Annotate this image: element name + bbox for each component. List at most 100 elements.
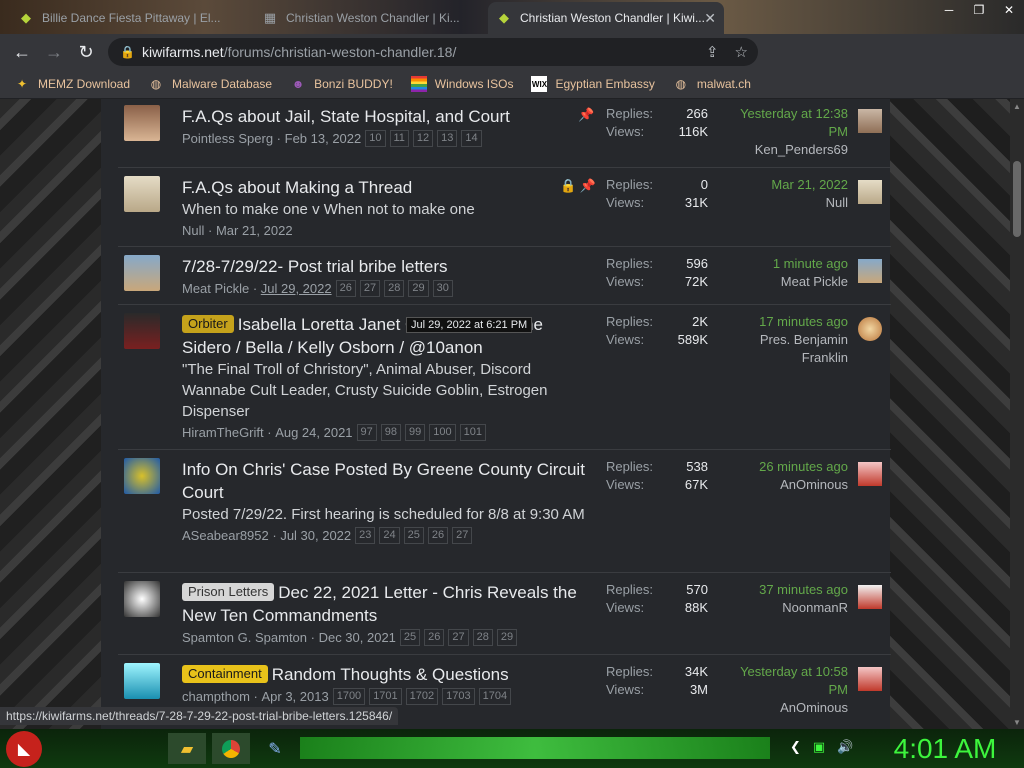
thread-title-link[interactable]: F.A.Qs about Jail, State Hospital, and C… xyxy=(182,105,590,128)
page-link[interactable]: 26 xyxy=(335,280,356,297)
page-link[interactable]: 101 xyxy=(459,424,487,441)
last-post-time[interactable]: Yesterday at 10:58 PM xyxy=(722,663,848,699)
last-post-user[interactable]: AnOminous xyxy=(722,699,848,717)
prefix-orbiter[interactable]: Orbiter xyxy=(182,315,234,333)
last-post-time[interactable]: 37 minutes ago xyxy=(722,581,848,599)
thread-date[interactable]: Mar 21, 2022 xyxy=(216,221,293,240)
minimize-button[interactable]: ─ xyxy=(934,0,964,20)
start-button-angry-bird-icon[interactable]: ◣ xyxy=(6,731,42,767)
back-button[interactable]: ← xyxy=(6,36,38,68)
last-post-time[interactable]: 1 minute ago xyxy=(722,255,848,273)
last-post-time[interactable]: 26 minutes ago xyxy=(722,458,848,476)
page-link[interactable]: 29 xyxy=(408,280,429,297)
scroll-up-arrow-icon[interactable]: ▲ xyxy=(1010,99,1024,113)
thread-date[interactable]: Apr 3, 2013 xyxy=(261,687,328,706)
thread-title-link[interactable]: Prison Letters Dec 22, 2021 Letter - Chri… xyxy=(182,581,590,627)
taskbar-clock[interactable]: 4:01 AM xyxy=(870,729,1020,768)
tab-cwc-active[interactable]: ◆ Christian Weston Chandler | Kiwi... ✕ xyxy=(488,2,724,34)
bookmark-memz[interactable]: ✦ MEMZ Download xyxy=(14,76,130,92)
tab-billie[interactable]: ◆ Billie Dance Fiesta Pittaway | El... xyxy=(10,4,248,32)
share-icon[interactable]: ⇪ xyxy=(706,43,719,61)
page-link[interactable]: 28 xyxy=(472,629,493,646)
bookmark-star-icon[interactable]: ☆ xyxy=(735,43,748,61)
page-link[interactable]: 11 xyxy=(389,130,409,147)
last-post-avatar[interactable] xyxy=(858,259,882,283)
page-link[interactable]: 25 xyxy=(403,527,424,544)
taskbar-chrome-icon[interactable] xyxy=(212,733,250,764)
thread-author[interactable]: champthom xyxy=(182,687,250,706)
avatar[interactable] xyxy=(124,313,160,349)
thread-title-link[interactable]: 7/28-7/29/22- Post trial bribe letters xyxy=(182,255,590,278)
thread-row[interactable]: 7/28-7/29/22- Post trial bribe letters M… xyxy=(118,247,891,305)
page-link[interactable]: 25 xyxy=(399,629,421,646)
page-link[interactable]: 100 xyxy=(429,424,456,441)
taskbar-paint-icon[interactable]: ✎ xyxy=(256,733,294,764)
page-link[interactable]: 30 xyxy=(432,280,453,297)
last-post-user[interactable]: AnOminous xyxy=(722,476,848,494)
thread-title-link[interactable]: F.A.Qs about Making a Thread xyxy=(182,176,590,199)
thread-author[interactable]: Meat Pickle xyxy=(182,279,249,298)
last-post-user[interactable]: Meat Pickle xyxy=(722,273,848,291)
page-link[interactable]: 26 xyxy=(427,527,449,544)
volume-icon[interactable]: 🔊 xyxy=(837,739,853,755)
address-bar[interactable]: 🔒 kiwifarms.net/forums/christian-weston-… xyxy=(108,38,758,66)
page-link[interactable]: 97 xyxy=(356,424,377,441)
thread-author[interactable]: Spamton G. Spamton xyxy=(182,628,307,647)
page-link[interactable]: 28 xyxy=(384,280,405,297)
last-post-time[interactable]: Yesterday at 12:38 PM xyxy=(722,105,848,141)
last-post-user[interactable]: Ken_Penders69 xyxy=(722,141,848,159)
thread-author[interactable]: Pointless Sperg xyxy=(182,129,273,148)
thread-title-link[interactable]: Containment Random Thoughts & Questions xyxy=(182,663,590,686)
page-link[interactable]: 12 xyxy=(412,130,434,147)
last-post-user[interactable]: NoonmanR xyxy=(722,599,848,617)
thread-date[interactable]: Feb 13, 2022 xyxy=(285,129,362,148)
bookmark-malware-database[interactable]: ◍ Malware Database xyxy=(148,76,272,92)
page-link[interactable]: 99 xyxy=(405,424,426,441)
thread-date[interactable]: Dec 30, 2021 xyxy=(319,628,396,647)
close-window-button[interactable]: ✕ xyxy=(994,0,1024,20)
page-link[interactable]: 27 xyxy=(452,527,473,544)
prefix-containment[interactable]: Containment xyxy=(182,665,268,683)
avatar[interactable] xyxy=(124,663,160,699)
prefix-prison-letters[interactable]: Prison Letters xyxy=(182,583,275,601)
bookmark-windows-isos[interactable]: Windows ISOs xyxy=(410,76,513,92)
avatar[interactable] xyxy=(124,581,160,617)
last-post-user[interactable]: Pres. Benjamin Franklin xyxy=(722,331,848,367)
last-post-avatar[interactable] xyxy=(858,667,882,691)
last-post-time[interactable]: 17 minutes ago xyxy=(722,313,848,331)
page-link[interactable]: 27 xyxy=(448,629,469,646)
last-post-user[interactable]: Null xyxy=(722,194,848,212)
lock-icon[interactable]: 🔒 xyxy=(120,45,136,59)
page-link[interactable]: 1704 xyxy=(478,688,512,705)
page-link[interactable]: 1701 xyxy=(369,688,402,705)
page-link[interactable]: 13 xyxy=(437,130,458,147)
page-link[interactable]: 98 xyxy=(380,424,402,441)
thread-row[interactable]: F.A.Qs about Making a Thread When to mak… xyxy=(118,168,891,247)
page-link[interactable]: 1700 xyxy=(332,688,366,705)
avatar[interactable] xyxy=(124,255,160,291)
bookmark-bonzi[interactable]: ☻ Bonzi BUDDY! xyxy=(290,76,393,92)
taskbar-explorer-icon[interactable]: ▰ xyxy=(168,733,206,764)
page-link[interactable]: 23 xyxy=(355,527,376,544)
tab-cwc-1[interactable]: ▦ Christian Weston Chandler | Ki... xyxy=(254,4,490,32)
scroll-down-arrow-icon[interactable]: ▼ xyxy=(1010,715,1024,729)
thread-row[interactable]: Info On Chris' Case Posted By Greene Cou… xyxy=(118,450,891,573)
last-post-avatar[interactable] xyxy=(858,317,882,341)
page-link[interactable]: 1703 xyxy=(442,688,475,705)
last-post-time[interactable]: Mar 21, 2022 xyxy=(722,176,848,194)
avatar[interactable] xyxy=(124,458,160,494)
thread-author[interactable]: HiramTheGrift xyxy=(182,423,264,442)
page-link[interactable]: 24 xyxy=(379,527,400,544)
bookmark-egyptian-embassy[interactable]: WIX Egyptian Embassy xyxy=(531,76,655,92)
avatar[interactable] xyxy=(124,176,160,212)
page-link[interactable]: 26 xyxy=(424,629,445,646)
reload-button[interactable]: ↻ xyxy=(70,36,102,68)
tray-arrow-icon[interactable]: ❮ xyxy=(790,739,801,755)
network-icon[interactable]: ▣ xyxy=(813,739,825,755)
avatar[interactable] xyxy=(124,105,160,141)
page-scrollbar[interactable]: ▲ ▼ xyxy=(1010,99,1024,729)
page-link[interactable]: 27 xyxy=(359,280,381,297)
url-text[interactable]: kiwifarms.net/forums/christian-weston-ch… xyxy=(142,44,456,60)
thread-author[interactable]: Null xyxy=(182,221,204,240)
thread-title-text[interactable]: Random Thoughts & Questions xyxy=(272,665,509,684)
